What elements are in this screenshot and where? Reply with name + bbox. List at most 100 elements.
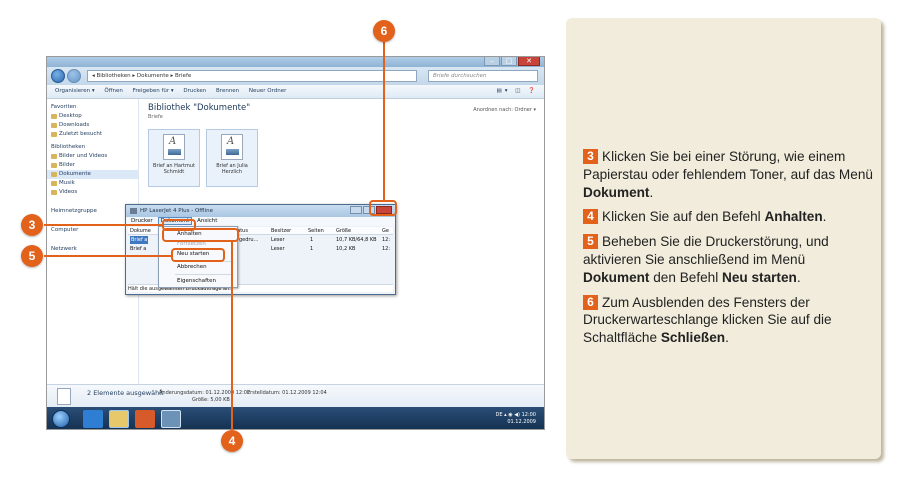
system-tray: DE ▴ ◉ ◀) 12:00 01.12.2009	[495, 412, 536, 425]
col-owner[interactable]: Besitzer	[271, 227, 291, 235]
language-indicator[interactable]: DE	[496, 412, 503, 418]
address-input[interactable]: ◂ Bibliotheken ▸ Dokumente ▸ Briefe	[87, 70, 417, 82]
instruction-step: 5 Beheben Sie die Druckerstörung, und akt…	[583, 233, 873, 286]
callout-line-3	[44, 224, 162, 226]
callout-ring-close	[369, 200, 397, 216]
callout-line-6	[383, 42, 385, 200]
clock-date: 01.12.2009	[507, 419, 536, 425]
col-document[interactable]: Dokume	[130, 227, 151, 235]
callout-badge-5: 5	[21, 245, 43, 267]
nav-pictures[interactable]: Bilder	[47, 161, 138, 170]
minimize-button[interactable]: –	[484, 57, 500, 66]
command-bar: Organisieren ▾ Öffnen Freigeben für ▾ Dr…	[47, 85, 544, 99]
col-size[interactable]: Größe	[336, 227, 351, 235]
document-icon	[57, 388, 71, 405]
cell-pages: 1	[310, 237, 314, 243]
col-submitted[interactable]: Ge	[382, 227, 389, 235]
clock-time[interactable]: 12:00	[522, 412, 536, 418]
cell-size: 10,7 KB/64,8 KB	[336, 237, 377, 243]
menu-item-properties[interactable]: Eigenschaften	[177, 277, 216, 286]
step-number: 3	[583, 149, 598, 164]
library-subtitle: Briefe	[148, 114, 163, 120]
explorer-titlebar: – □ ✕	[47, 57, 544, 67]
file-item[interactable]: Brief an Hartmut Schmidt	[148, 129, 200, 187]
open-button[interactable]: Öffnen	[104, 88, 122, 94]
step-text: Klicken Sie bei einer Störung, wie einem…	[583, 149, 873, 182]
menu-item-cancel[interactable]: Abbrechen	[177, 263, 207, 272]
explorer-icon[interactable]	[109, 410, 129, 428]
step-emphasis: Dokument	[583, 269, 650, 285]
file-label: Brief an Hartmut Schmidt	[153, 163, 195, 175]
step-number: 5	[583, 234, 598, 250]
cell-submitted: 12:	[382, 246, 391, 252]
share-button[interactable]: Freigeben für ▾	[133, 88, 174, 94]
document-icon	[221, 134, 243, 160]
file-size: Größe: 5,00 KB	[192, 397, 230, 403]
cell-size: 10,2 KB	[336, 246, 356, 252]
cell-document: Brief a	[130, 236, 149, 244]
burn-button[interactable]: Brennen	[216, 88, 239, 94]
step-emphasis: Dokument	[583, 184, 650, 200]
callout-badge-4: 4	[221, 430, 243, 452]
nav-downloads[interactable]: Downloads	[47, 121, 138, 130]
cell-submitted: 12:	[382, 237, 391, 243]
modified-date: Änderungsdatum: 01.12.2009 12:02	[159, 390, 251, 396]
file-item[interactable]: Brief an Julia Herzlich	[206, 129, 258, 187]
search-input[interactable]: Briefe durchsuchen	[428, 70, 538, 82]
instruction-step: 4 Klicken Sie auf den Befehl Anhalten.	[583, 208, 873, 226]
start-button[interactable]	[52, 410, 70, 428]
back-icon[interactable]	[51, 69, 65, 83]
step-emphasis: Anhalten	[764, 209, 823, 225]
browser-icon[interactable]	[83, 410, 103, 428]
details-pane: 2 Elemente ausgewählt Änderungsdatum: 01…	[47, 384, 544, 407]
view-icons[interactable]: ▤▾ ◫ ❓	[497, 85, 539, 98]
cell-pages: 1	[310, 246, 314, 252]
step-text: .	[822, 209, 827, 225]
callout-badge-6: 6	[373, 20, 395, 42]
address-bar-area: ◂ Bibliotheken ▸ Dokumente ▸ Briefe Brie…	[47, 67, 544, 85]
nav-libraries[interactable]: Bibliotheken	[47, 143, 138, 152]
step-text: Klicken Sie auf den Befehl	[602, 209, 765, 225]
menu-separator	[175, 274, 233, 275]
arrange-by-dropdown[interactable]: Anordnen nach: Ordner ▾	[473, 107, 536, 113]
callout-badge-3: 3	[21, 214, 43, 236]
media-player-icon[interactable]	[135, 410, 155, 428]
cell-owner: Leser	[271, 246, 285, 252]
library-title: Bibliothek "Dokumente"	[148, 103, 251, 113]
instruction-step: 3 Klicken Sie bei einer Störung, wie eine…	[583, 148, 873, 201]
organize-button[interactable]: Organisieren ▾	[55, 88, 95, 94]
nav-videos[interactable]: Videos	[47, 188, 138, 197]
nav-pictures-videos[interactable]: Bilder und Videos	[47, 152, 138, 161]
step-text: den Befehl	[649, 269, 723, 285]
step-emphasis: Schließen	[660, 330, 726, 346]
callout-line-5	[44, 255, 171, 257]
selection-count: 2 Elemente ausgewählt	[87, 389, 164, 397]
maximize-button[interactable]: □	[501, 57, 517, 66]
step-text: Beheben Sie die Druckerstörung, und akti…	[583, 234, 829, 267]
instruction-steps: 3 Klicken Sie bei einer Störung, wie eine…	[583, 148, 873, 354]
file-label: Brief an Julia Herzlich	[216, 163, 248, 175]
printer-taskbar-icon[interactable]	[161, 410, 181, 428]
instruction-step: 6 Zum Ausblenden des Fensters der Drucker…	[583, 294, 873, 347]
nav-desktop[interactable]: Desktop	[47, 112, 138, 121]
col-pages[interactable]: Seiten	[308, 227, 324, 235]
printer-minimize-button[interactable]	[350, 206, 362, 214]
menu-view[interactable]: Ansicht	[195, 218, 219, 224]
callout-ring-pause	[162, 228, 239, 242]
close-button[interactable]: ✕	[518, 57, 540, 66]
nav-documents[interactable]: Dokumente	[47, 170, 138, 179]
step-emphasis: Neu starten	[722, 269, 797, 285]
print-button[interactable]: Drucken	[183, 88, 206, 94]
created-date: Erstelldatum: 01.12.2009 12:04	[247, 390, 327, 396]
forward-icon[interactable]	[67, 69, 81, 83]
step-number: 4	[583, 209, 598, 225]
nav-music[interactable]: Musik	[47, 179, 138, 188]
new-folder-button[interactable]: Neuer Ordner	[249, 88, 287, 94]
step-text: .	[725, 330, 729, 346]
cell-owner: Leser	[271, 237, 285, 243]
document-icon	[163, 134, 185, 160]
step-text: .	[796, 269, 801, 285]
nav-favorites[interactable]: Favoriten	[47, 103, 138, 112]
callout-ring-restart	[171, 248, 225, 262]
nav-recent[interactable]: Zuletzt besucht	[47, 130, 138, 139]
